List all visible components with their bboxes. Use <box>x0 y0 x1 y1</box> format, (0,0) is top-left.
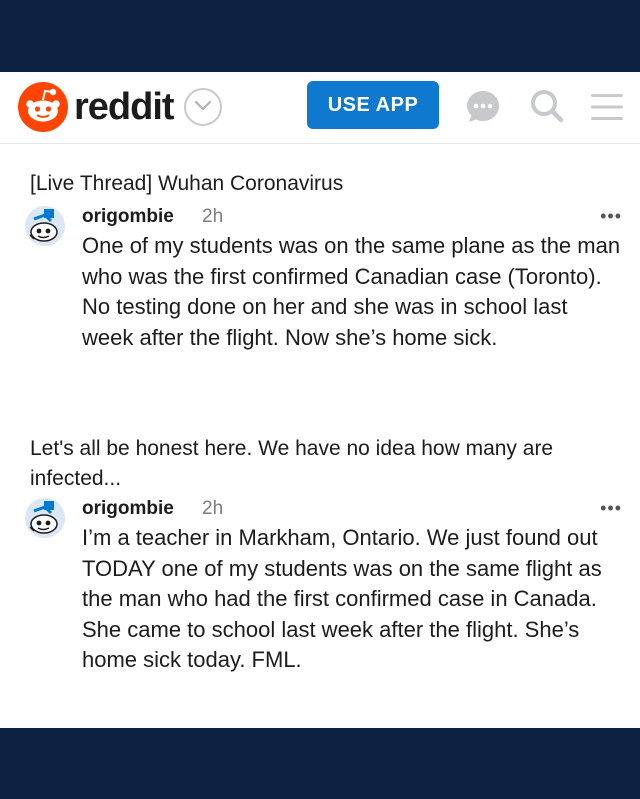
top-frame <box>0 0 640 72</box>
username[interactable]: origombie <box>82 497 174 521</box>
community-dropdown-button[interactable] <box>184 88 222 126</box>
thread-title[interactable]: Let's all be honest here. We have no ide… <box>30 434 620 494</box>
search-icon[interactable] <box>528 86 566 126</box>
more-options-icon[interactable]: ••• <box>600 499 622 517</box>
comment-time: 2h <box>202 498 224 519</box>
comment-body: I’m a teacher in Markham, Ontario. We ju… <box>82 525 602 672</box>
chat-icon[interactable] <box>464 88 502 126</box>
more-options-icon[interactable]: ••• <box>600 207 622 225</box>
chevron-down-icon <box>194 100 212 111</box>
bottom-frame <box>0 728 640 799</box>
avatar[interactable] <box>24 205 66 247</box>
comment: origombie 2h ••• One of my students was … <box>24 205 624 405</box>
thread-title[interactable]: [Live Thread] Wuhan Coronavirus <box>30 172 610 196</box>
reddit-card: reddit USE APP [Live Thread] Wuhan Coron… <box>0 72 640 728</box>
comment: origombie 2h ••• I’m a teacher in Markha… <box>24 497 624 717</box>
comment-body: One of my students was on the same plane… <box>82 233 621 350</box>
reddit-logo-icon[interactable] <box>18 82 68 132</box>
username[interactable]: origombie <box>82 205 174 229</box>
avatar[interactable] <box>24 497 66 539</box>
use-app-button[interactable]: USE APP <box>307 81 439 129</box>
header-bar: reddit USE APP <box>0 72 640 144</box>
comment-time: 2h <box>202 206 224 227</box>
menu-icon[interactable] <box>590 90 624 124</box>
reddit-wordmark[interactable]: reddit <box>74 82 175 132</box>
